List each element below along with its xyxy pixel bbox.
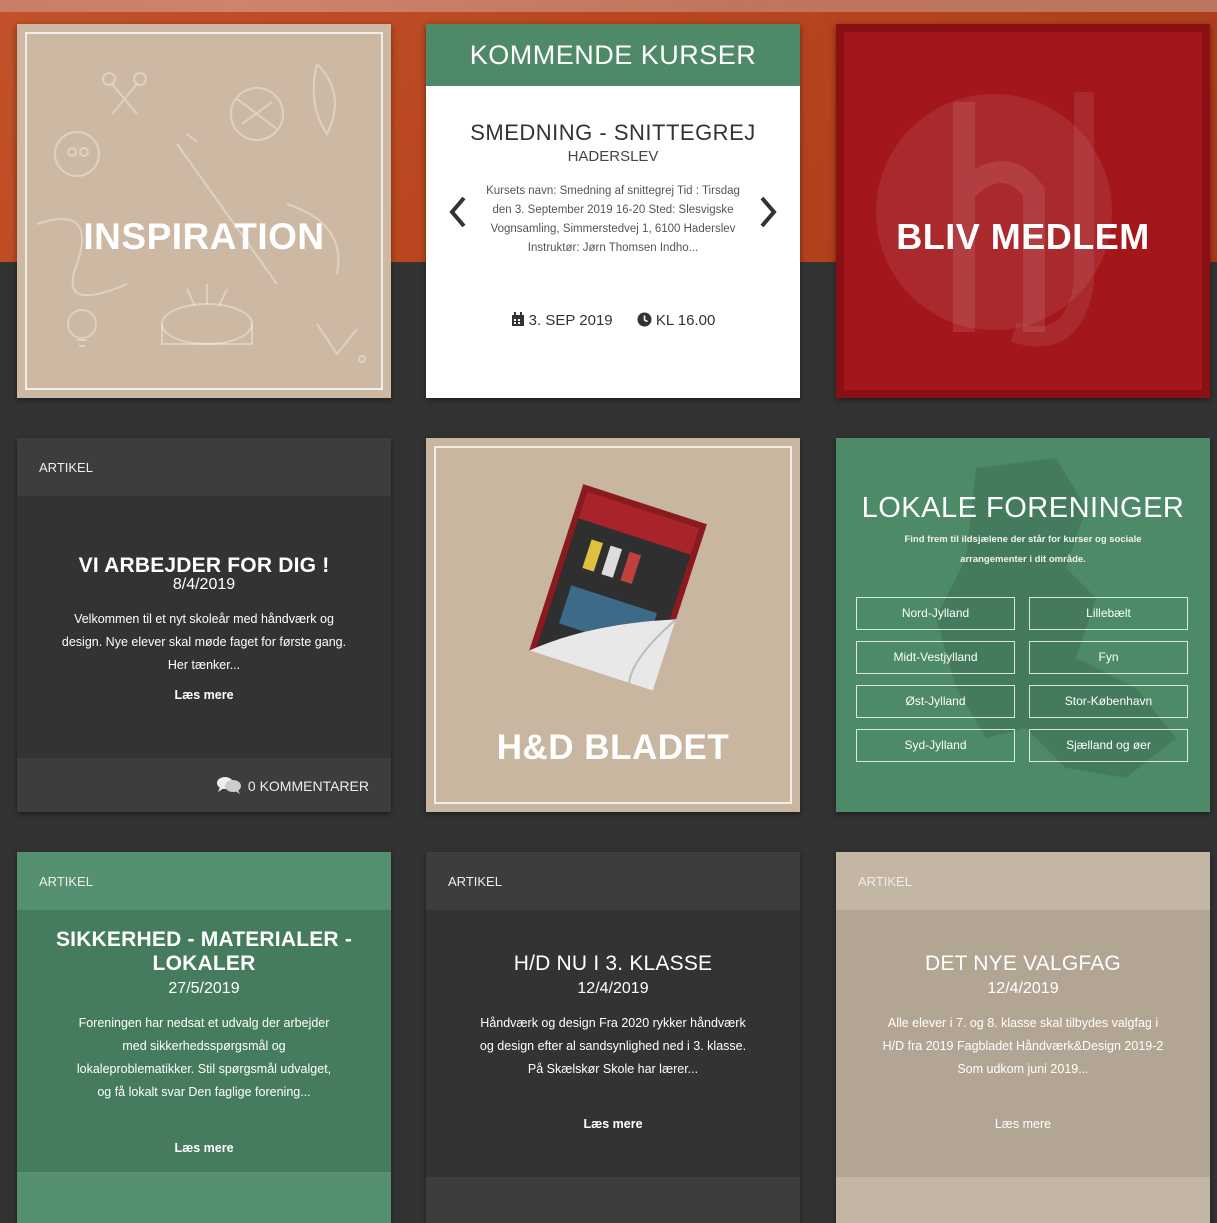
region-button-lillebaelt[interactable]: Lillebælt (1029, 597, 1188, 630)
course-date-text: 3. SEP 2019 (528, 312, 613, 329)
inspiration-frame (25, 32, 383, 390)
article-label: ARTIKEL (17, 438, 391, 496)
article-footer (836, 1177, 1210, 1223)
region-button-sjaelland[interactable]: Sjælland og øer (1029, 729, 1188, 762)
article-title[interactable]: H/D NU I 3. KLASSE (446, 952, 780, 976)
course-date: 3. SEP 2019 (511, 312, 617, 329)
become-member-tile[interactable]: BLIV MEDLEM (836, 24, 1210, 398)
article-excerpt: Håndværk og design Fra 2020 rykker håndv… (479, 1016, 747, 1076)
inspiration-tile[interactable]: INSPIRATION (17, 24, 391, 398)
inspiration-title: INSPIRATION (83, 216, 325, 257)
course-meta: 3. SEP 2019 KL 16.00 (426, 312, 800, 329)
calendar-icon (511, 312, 524, 326)
article-title[interactable]: SIKKERHED - MATERIALER - LOKALER (37, 928, 371, 976)
region-button-nord-jylland[interactable]: Nord-Jylland (856, 597, 1015, 630)
read-more-link[interactable]: Læs mere (17, 1141, 391, 1155)
region-button-midt-vestjylland[interactable]: Midt-Vestjylland (856, 641, 1015, 674)
article-comments[interactable]: 0 KOMMENTARER (17, 758, 391, 812)
article-footer (426, 1177, 800, 1223)
comments-icon (216, 777, 241, 794)
article-date: 8/4/2019 (172, 576, 236, 593)
region-button-syd-jylland[interactable]: Syd-Jylland (856, 729, 1015, 762)
local-associations-title: LOKALE FORENINGER (861, 492, 1185, 524)
read-more-link[interactable]: Læs mere (17, 688, 391, 702)
article-date: 12/4/2019 (987, 980, 1059, 997)
member-inner (844, 32, 1202, 390)
chevron-left-icon[interactable] (446, 194, 470, 230)
article-card[interactable]: ARTIKEL DET NYE VALGFAG 12/4/2019 Alle e… (836, 852, 1210, 1223)
local-associations-subtitle: Find frem til ildsjælene der står for ku… (904, 534, 1142, 565)
read-more-link[interactable]: Læs mere (836, 1117, 1210, 1131)
upcoming-courses-header: KOMMENDE KURSER (426, 24, 800, 86)
article-card[interactable]: ARTIKEL VI ARBEJDER FOR DIG ! 8/4/2019 V… (17, 438, 391, 812)
clock-icon (637, 312, 652, 327)
article-title[interactable]: VI ARBEJDER FOR DIG ! (37, 554, 371, 578)
article-card[interactable]: ARTIKEL SIKKERHED - MATERIALER - LOKALER… (17, 852, 391, 1223)
region-button-ost-jylland[interactable]: Øst-Jylland (856, 685, 1015, 718)
read-more-link[interactable]: Læs mere (426, 1117, 800, 1131)
become-member-title: BLIV MEDLEM (896, 216, 1150, 257)
magazine-cover-image (529, 484, 707, 691)
course-time: KL 16.00 (637, 312, 716, 329)
magazine-title: H&D BLADET (496, 728, 730, 767)
chevron-right-icon[interactable] (756, 194, 780, 230)
course-description: Kursets navn: Smedning af snittegrej Tid… (486, 185, 740, 254)
article-card[interactable]: ARTIKEL H/D NU I 3. KLASSE 12/4/2019 Hån… (426, 852, 800, 1223)
region-button-fyn[interactable]: Fyn (1029, 641, 1188, 674)
course-location: HADERSLEV (567, 148, 659, 165)
article-excerpt: Foreningen har nedsat et udvalg der arbe… (76, 1016, 332, 1099)
region-button-stor-kobenhavn[interactable]: Stor-København (1029, 685, 1188, 718)
course-time-text: KL 16.00 (655, 312, 716, 329)
article-date: 27/5/2019 (168, 980, 240, 997)
hd-magazine-tile[interactable]: H&D BLADET (426, 438, 800, 812)
hd-logo-watermark (876, 92, 1112, 347)
article-footer (17, 1172, 391, 1223)
article-label: ARTIKEL (836, 852, 1210, 910)
article-label: ARTIKEL (426, 852, 800, 910)
course-title[interactable]: SMEDNING - SNITTEGREJ (456, 120, 770, 146)
upcoming-courses-tile: KOMMENDE KURSER SMEDNING - SNITTEGREJ HA… (426, 24, 800, 398)
local-associations-tile: LOKALE FORENINGER Find frem til ildsjæle… (836, 438, 1210, 812)
article-excerpt: Velkommen til et nyt skoleår med håndvær… (61, 612, 347, 672)
article-excerpt: Alle elever i 7. og 8. klasse skal tilby… (882, 1016, 1164, 1076)
article-date: 12/4/2019 (577, 980, 649, 997)
article-title[interactable]: DET NYE VALGFAG (856, 952, 1190, 976)
article-label: ARTIKEL (17, 852, 391, 910)
comments-count: 0 KOMMENTARER (247, 778, 369, 794)
